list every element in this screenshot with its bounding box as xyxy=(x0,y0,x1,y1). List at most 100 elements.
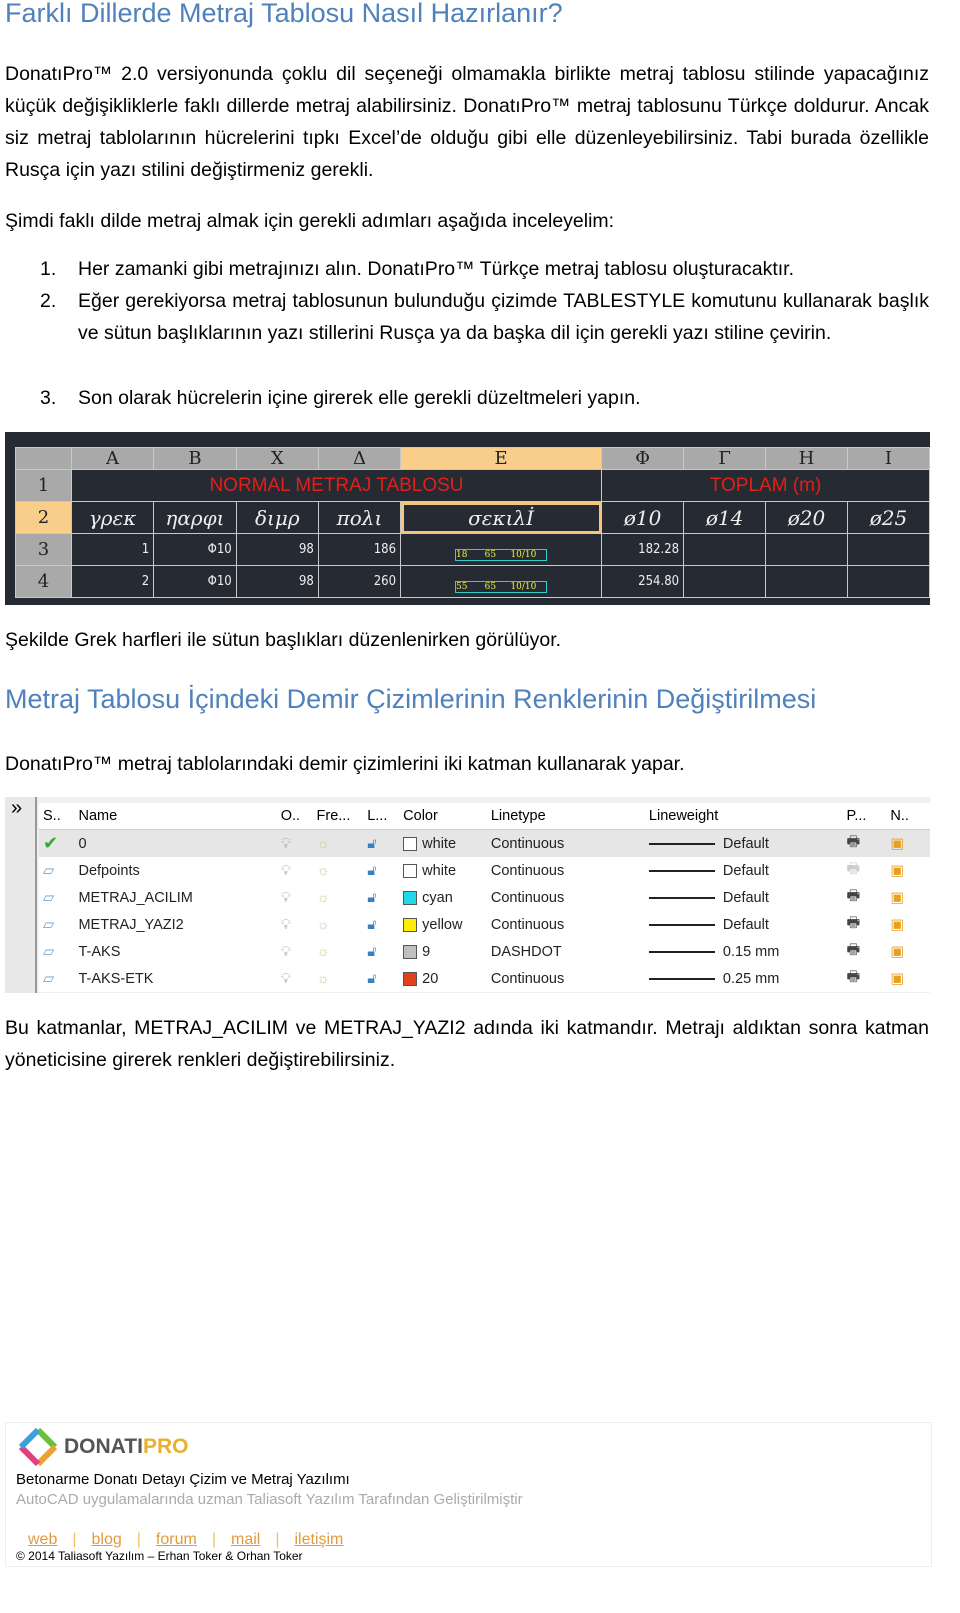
layer-row[interactable]: ▱ METRAJ_YAZI2 💡︎ ☼ 🔓︎ yellow Continuous… xyxy=(39,911,930,938)
layer-linetype[interactable]: Continuous xyxy=(487,911,645,938)
table-cell[interactable] xyxy=(765,533,848,566)
greek-header-cell[interactable]: ø10 xyxy=(601,501,685,534)
column-header[interactable]: Γ xyxy=(683,447,767,470)
layer-linetype[interactable]: Continuous xyxy=(487,884,645,911)
layer-color[interactable]: white xyxy=(422,863,456,879)
column-header[interactable]: X xyxy=(235,447,319,470)
table-cell[interactable] xyxy=(846,565,931,598)
table-cell[interactable]: 254.80 xyxy=(601,565,685,598)
printer-icon[interactable]: 🖶︎ xyxy=(847,915,861,931)
layer-row[interactable]: ▱ METRAJ_ACILIM 💡︎ ☼ 🔓︎ cyan Continuous … xyxy=(39,884,930,911)
column-header[interactable]: H xyxy=(765,447,848,470)
layer-linetype[interactable]: DASHDOT xyxy=(487,938,645,965)
column-header[interactable]: Fre... xyxy=(312,803,364,830)
layer-color[interactable]: 20 xyxy=(422,971,438,987)
footer-link-0[interactable]: web xyxy=(28,1531,57,1548)
column-header[interactable]: S.. xyxy=(39,803,75,830)
layer-color[interactable]: 9 xyxy=(422,944,430,960)
table-cell[interactable] xyxy=(683,565,767,598)
row-number[interactable]: 4 xyxy=(15,565,72,598)
greek-header-cell[interactable]: σεκιλİ xyxy=(400,501,603,534)
unlock-icon[interactable]: 🔓︎ xyxy=(367,890,376,906)
column-header[interactable]: A xyxy=(70,447,155,470)
layer-row[interactable]: ▱ Defpoints 💡︎ ☼ 🔓︎ white Continuous Def… xyxy=(39,857,930,884)
layer-row[interactable]: ▱ T-AKS-ETK 💡︎ ☼ 🔓︎ 20 Continuous 0.25 m… xyxy=(39,965,930,992)
layer-name[interactable]: METRAJ_YAZI2 xyxy=(74,911,276,938)
bulb-icon[interactable]: 💡︎ xyxy=(281,971,291,987)
bulb-icon[interactable]: 💡︎ xyxy=(281,836,291,852)
printer-icon[interactable]: 🖶︎ xyxy=(847,861,861,877)
layer-name[interactable]: T-AKS xyxy=(74,938,276,965)
footer-link-2[interactable]: forum xyxy=(156,1531,197,1548)
sun-icon[interactable]: ☼ xyxy=(317,944,330,960)
unlock-icon[interactable]: 🔓︎ xyxy=(367,944,376,960)
expand-icon[interactable]: » xyxy=(5,797,22,819)
layer-lineweight[interactable]: Default xyxy=(723,917,769,933)
greek-header-cell[interactable]: ø20 xyxy=(765,501,848,534)
sun-icon[interactable]: ☼ xyxy=(317,836,330,852)
new-viewport-freeze-icon[interactable]: ▣ xyxy=(890,944,904,960)
bar-shape-cell[interactable]: 18 65 10/10 xyxy=(400,533,603,566)
bulb-icon[interactable]: 💡︎ xyxy=(281,890,291,906)
layer-name[interactable]: 0 xyxy=(74,829,277,857)
layer-lineweight[interactable]: Default xyxy=(723,890,769,906)
column-header[interactable]: Color xyxy=(399,803,487,830)
greek-header-cell[interactable]: ø25 xyxy=(846,501,931,534)
layer-panel-sidebar[interactable]: » xyxy=(5,797,37,993)
sun-icon[interactable]: ☼ xyxy=(317,971,330,987)
column-header[interactable]: N.. xyxy=(886,803,930,830)
footer-link-3[interactable]: mail xyxy=(231,1531,260,1548)
layer-name[interactable]: T-AKS-ETK xyxy=(74,965,276,992)
column-header[interactable]: Φ xyxy=(601,447,685,470)
sun-icon[interactable]: ☼ xyxy=(317,863,330,879)
layer-linetype[interactable]: Continuous xyxy=(487,857,645,884)
column-header[interactable]: Δ xyxy=(317,447,402,470)
column-header[interactable]: Lineweight xyxy=(644,803,843,830)
greek-header-cell[interactable]: διμρ xyxy=(235,501,319,534)
bulb-icon[interactable]: 💡︎ xyxy=(281,944,291,960)
table-cell[interactable] xyxy=(846,533,931,566)
new-viewport-freeze-icon[interactable]: ▣ xyxy=(890,917,904,933)
sun-icon[interactable]: ☼ xyxy=(317,917,330,933)
table-cell[interactable]: 1 xyxy=(70,533,155,566)
table-cell[interactable]: 260 xyxy=(317,565,402,598)
table-cell[interactable]: 182.28 xyxy=(601,533,685,566)
table-cell[interactable]: Φ10 xyxy=(153,565,237,598)
greek-header-cell[interactable]: ø14 xyxy=(683,501,767,534)
layer-lineweight[interactable]: 0.25 mm xyxy=(723,971,779,987)
new-viewport-freeze-icon[interactable]: ▣ xyxy=(890,836,904,852)
table-cell[interactable]: 98 xyxy=(235,533,319,566)
layer-linetype[interactable]: Continuous xyxy=(486,829,645,857)
column-header[interactable]: I xyxy=(846,447,931,470)
unlock-icon[interactable]: 🔓︎ xyxy=(367,863,376,879)
total-title[interactable]: TOPLAM (m) xyxy=(601,469,930,502)
table-cell[interactable]: 186 xyxy=(317,533,402,566)
table-cell[interactable] xyxy=(683,533,767,566)
column-header[interactable]: B xyxy=(153,447,237,470)
unlock-icon[interactable]: 🔓︎ xyxy=(367,971,376,987)
bulb-icon[interactable]: 💡︎ xyxy=(281,863,291,879)
table-title[interactable]: NORMAL METRAJ TABLOSU xyxy=(70,469,603,502)
layer-lineweight[interactable]: Default xyxy=(723,863,769,879)
new-viewport-freeze-icon[interactable]: ▣ xyxy=(890,863,904,879)
table-cell[interactable]: Φ10 xyxy=(153,533,237,566)
column-header[interactable]: E xyxy=(400,447,603,470)
footer-link-4[interactable]: iletişim xyxy=(294,1531,343,1548)
unlock-icon[interactable]: 🔓︎ xyxy=(367,836,376,852)
layer-name[interactable]: Defpoints xyxy=(74,857,276,884)
layer-color[interactable]: cyan xyxy=(422,890,453,906)
layer-lineweight[interactable]: 0.15 mm xyxy=(723,944,779,960)
column-header[interactable]: O.. xyxy=(276,803,313,830)
bulb-icon[interactable]: 💡︎ xyxy=(281,917,291,933)
greek-header-cell[interactable]: ηαρφι xyxy=(153,501,237,534)
printer-icon[interactable]: 🖶︎ xyxy=(847,969,861,985)
column-header[interactable]: L... xyxy=(363,803,400,830)
layer-row[interactable]: ✔ 0 💡︎ ☼ 🔓︎ white Continuous Default 🖶︎ … xyxy=(39,829,930,857)
layer-row[interactable]: ▱ T-AKS 💡︎ ☼ 🔓︎ 9 DASHDOT 0.15 mm 🖶︎ ▣ xyxy=(39,938,930,965)
printer-icon[interactable]: 🖶︎ xyxy=(847,942,861,958)
column-header[interactable]: P... xyxy=(842,803,887,830)
layer-lineweight[interactable]: Default xyxy=(723,836,769,852)
printer-icon[interactable]: 🖶︎ xyxy=(847,834,861,850)
table-cell[interactable] xyxy=(765,565,848,598)
printer-icon[interactable]: 🖶︎ xyxy=(847,888,861,904)
